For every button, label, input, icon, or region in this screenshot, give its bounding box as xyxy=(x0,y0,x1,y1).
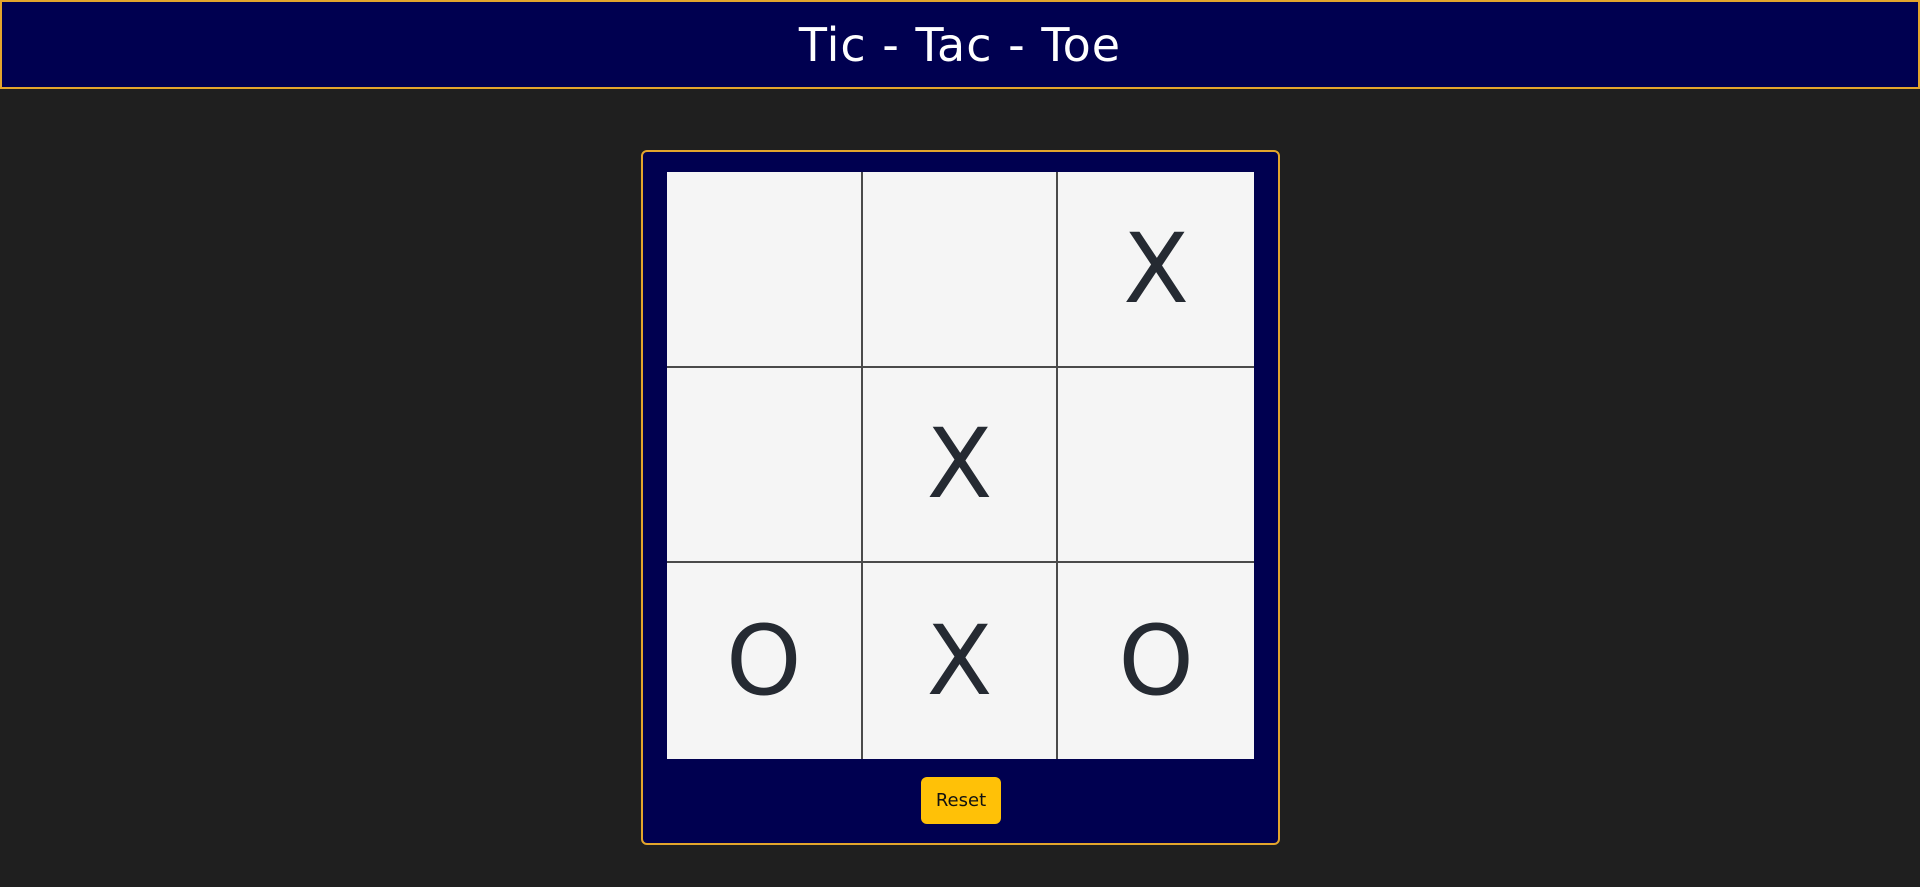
page-title: Tic - Tac - Toe xyxy=(798,17,1122,72)
board-cell-r3-c1[interactable]: O xyxy=(667,563,863,759)
board-cell-r3-c3[interactable]: O xyxy=(1058,563,1254,759)
board-cell-r2-c3[interactable] xyxy=(1058,367,1254,564)
app-header: Tic - Tac - Toe xyxy=(0,0,1920,89)
board-cell-r3-c2[interactable]: X xyxy=(862,563,1059,759)
reset-button[interactable]: Reset xyxy=(921,777,1001,824)
game-panel: X X O X O Reset xyxy=(641,150,1280,845)
board-cell-r2-c1[interactable] xyxy=(667,367,863,564)
board-cell-r1-c2[interactable] xyxy=(862,172,1059,368)
game-board: X X O X O xyxy=(667,172,1254,759)
board-cell-r2-c2[interactable]: X xyxy=(862,367,1059,564)
board-cell-r1-c1[interactable] xyxy=(667,172,863,368)
board-cell-r1-c3[interactable]: X xyxy=(1058,172,1254,368)
